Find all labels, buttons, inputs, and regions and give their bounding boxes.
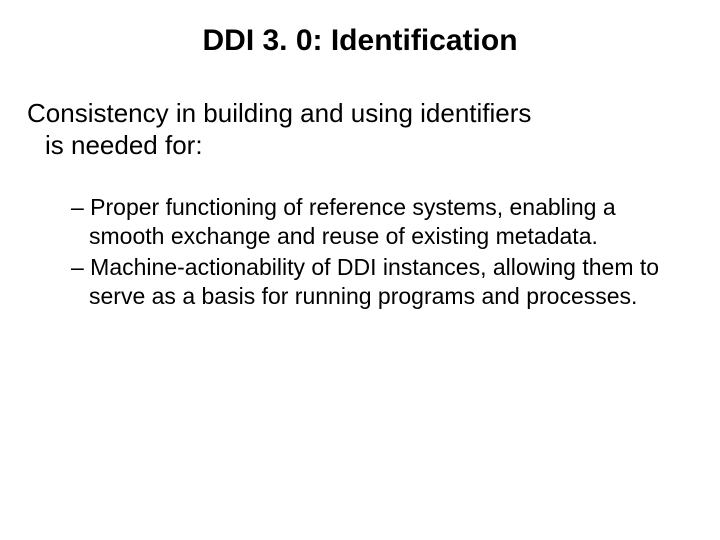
- list-item: – Machine-actionability of DDI instances…: [71, 253, 665, 311]
- list-item: – Proper functioning of reference system…: [71, 193, 665, 251]
- intro-line-1: Consistency in building and using identi…: [27, 98, 695, 130]
- slide: DDI 3. 0: Identification Consistency in …: [0, 0, 720, 540]
- intro-text: Consistency in building and using identi…: [25, 98, 695, 161]
- intro-line-2: is needed for:: [27, 130, 695, 162]
- page-title: DDI 3. 0: Identification: [25, 24, 695, 58]
- bullet-list: – Proper functioning of reference system…: [25, 193, 695, 310]
